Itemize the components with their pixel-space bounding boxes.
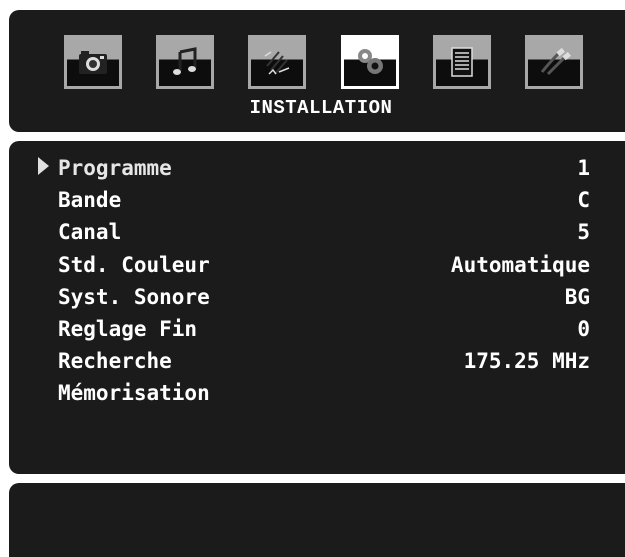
camera-icon [79, 51, 107, 74]
menu-item-value: 175.25 MHz [463, 349, 590, 373]
tab-teletext[interactable] [433, 35, 491, 89]
info-panel [9, 483, 625, 557]
menu-item-bande[interactable]: Bande C [30, 185, 590, 215]
menu-item-canal[interactable]: Canal 5 [30, 217, 590, 247]
menu-item-label: Syst. Sonore [58, 285, 210, 309]
tab-picture[interactable] [248, 35, 306, 89]
tab-music[interactable] [156, 35, 214, 89]
menu-item-label: Canal [58, 220, 122, 244]
tab-av-connections[interactable] [525, 35, 583, 89]
menu-item-label: Std. Couleur [58, 253, 210, 277]
picture-settings-icon [264, 51, 290, 75]
menu-title: INSTALLATION [249, 97, 393, 119]
menu-item-label: Recherche [58, 349, 172, 373]
av-cable-icon [540, 47, 571, 76]
menu-item-programme[interactable]: Programme 1 [30, 153, 590, 183]
icon-menu-bar: INSTALLATION [9, 10, 625, 132]
teletext-page-icon [451, 47, 473, 77]
menu-item-recherche[interactable]: Recherche 175.25 MHz [30, 346, 590, 376]
menu-item-value: BG [564, 285, 590, 309]
tab-installation[interactable] [341, 35, 399, 89]
music-note-icon [173, 47, 197, 75]
menu-item-memorisation[interactable]: Mémorisation [30, 378, 590, 408]
menu-item-value: 5 [577, 220, 590, 244]
menu-item-syst-sonore[interactable]: Syst. Sonore BG [30, 282, 590, 312]
menu-item-label: Mémorisation [58, 381, 210, 405]
tab-camera[interactable] [64, 35, 122, 89]
menu-item-value: C [577, 188, 590, 212]
menu-item-value: 1 [577, 156, 590, 180]
menu-item-label: Bande [58, 188, 122, 212]
menu-item-label: Programme [58, 156, 172, 180]
menu-item-value: Automatique [450, 253, 590, 277]
menu-item-value: 0 [577, 317, 590, 341]
menu-item-reglage-fin[interactable]: Reglage Fin 0 [30, 314, 590, 344]
gears-icon [358, 49, 383, 74]
menu-item-label: Reglage Fin [58, 317, 198, 341]
menu-item-std-couleur[interactable]: Std. Couleur Automatique [30, 250, 590, 280]
